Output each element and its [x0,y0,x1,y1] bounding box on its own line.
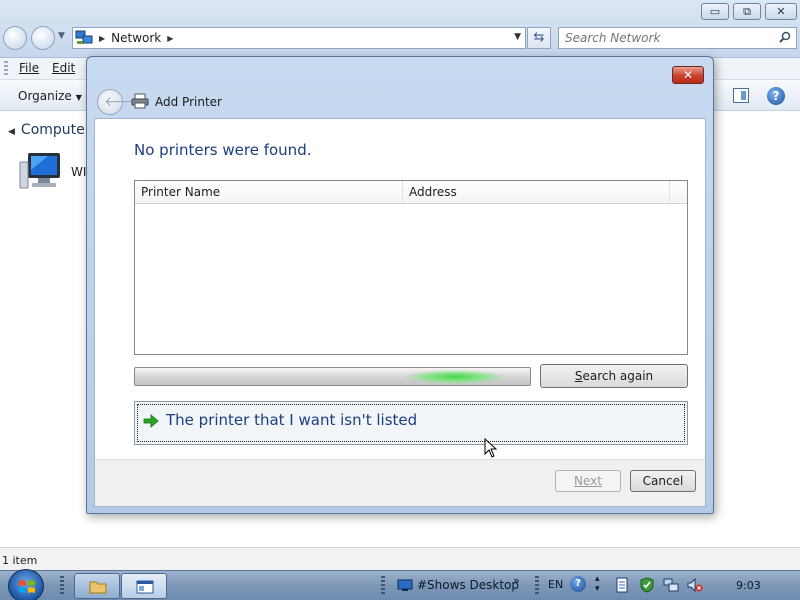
item-count: 1 item [2,554,38,567]
breadcrumb-network[interactable]: Network [111,31,161,45]
toolbar-grip[interactable] [535,576,539,596]
wizard-footer: Next Cancel [95,459,705,506]
network-icon [75,30,93,44]
search-again-label: earch again [582,369,654,383]
menu-edit[interactable]: Edit [52,61,75,75]
dialog-title: Add Printer [155,95,222,109]
refresh-button[interactable]: ⇆ [527,27,551,49]
volume-muted-icon[interactable] [687,577,703,593]
show-desktop-toolbar[interactable]: #Shows Desktop [397,578,519,592]
column-address[interactable]: Address [403,181,670,203]
cancel-button[interactable]: Cancel [630,470,696,492]
help-icon[interactable]: ? [767,87,785,105]
organize-label: Organize [18,89,72,103]
next-button[interactable]: Next [555,470,621,492]
window-icon [136,580,154,594]
system-clock[interactable]: 9:03 [736,579,761,592]
green-arrow-icon [143,414,159,428]
language-indicator[interactable]: EN [548,578,563,591]
computer-item-label: WI [71,165,87,179]
toolbar-overflow-chevron[interactable]: » [513,574,520,587]
computer-icon [19,153,60,189]
help-icon[interactable]: ? [570,576,586,592]
search-again-button[interactable]: Search again [540,364,688,388]
shield-check-icon[interactable] [639,577,655,593]
network-icon[interactable] [663,577,679,593]
expand-arrow-icon[interactable]: ◀ [8,127,15,137]
nav-tree-computer-label: Computer [20,122,91,138]
windows-logo-icon [19,580,35,593]
dialog-close-button[interactable]: ✕ [672,66,704,84]
start-button[interactable] [8,569,44,600]
address-bar[interactable]: ▶ Network ▶ ▼ [72,27,526,49]
explorer-title-frame: ▭ ⧉ ✕ ▼ ▶ Network ▶ ▼ ⇆ [0,0,800,58]
wizard-content: No printers were found. Printer Name Add… [94,118,706,507]
taskbar-add-printer-button[interactable] [121,573,167,599]
search-icon[interactable] [779,31,791,43]
printer-icon [131,93,149,109]
breadcrumb-chevron-icon[interactable]: ▶ [167,34,173,43]
printer-list[interactable]: Printer Name Address [134,180,688,355]
organize-button[interactable]: Organize ▼ [18,89,82,103]
status-bar: 1 item [0,547,800,570]
chevron-down-icon: ▼ [75,93,82,102]
menu-file[interactable]: File [19,61,39,75]
recent-pages-dropdown[interactable]: ▼ [58,31,65,41]
nav-tree-computer[interactable]: ◀ Computer [8,122,91,138]
document-icon[interactable] [614,577,630,593]
wizard-back-button[interactable]: 🡐 [97,89,142,115]
forward-button[interactable] [31,26,55,50]
search-result-heading: No printers were found. [134,141,312,159]
maximize-button[interactable]: ⧉ [733,3,761,20]
menu-grip [4,61,8,77]
close-button[interactable]: ✕ [765,3,797,20]
printer-not-listed-link[interactable]: The printer that I want isn't listed [134,401,688,445]
address-dropdown-icon[interactable]: ▼ [514,32,521,42]
printer-not-listed-label: The printer that I want isn't listed [166,411,418,429]
search-progress-bar [134,367,531,386]
add-printer-dialog: ✕ 🡐 Add Printer No printers were found. … [86,56,714,514]
taskbar: #Shows Desktop » EN ? ▴ ▾ 9:03 [0,569,800,600]
search-input[interactable] [559,28,769,48]
show-desktop-label: #Shows Desktop [417,578,519,592]
progress-glow [405,370,505,384]
printer-list-header: Printer Name Address [135,181,687,204]
taskbar-grip[interactable] [60,576,64,596]
toolbar-grip[interactable] [381,576,385,596]
tray-expand-icon[interactable]: ▴ ▾ [595,574,600,594]
breadcrumb-separator-icon[interactable]: ▶ [99,34,105,43]
minimize-button[interactable]: ▭ [701,3,729,20]
mouse-cursor-icon [484,438,498,458]
search-box[interactable] [558,27,797,49]
desktop-icon [397,579,413,591]
taskbar-explorer-button[interactable] [74,573,120,599]
preview-pane-button[interactable] [733,88,749,103]
back-button[interactable] [3,26,27,50]
column-printer-name[interactable]: Printer Name [135,181,403,203]
folder-icon [89,581,107,594]
column-filler [670,181,687,203]
